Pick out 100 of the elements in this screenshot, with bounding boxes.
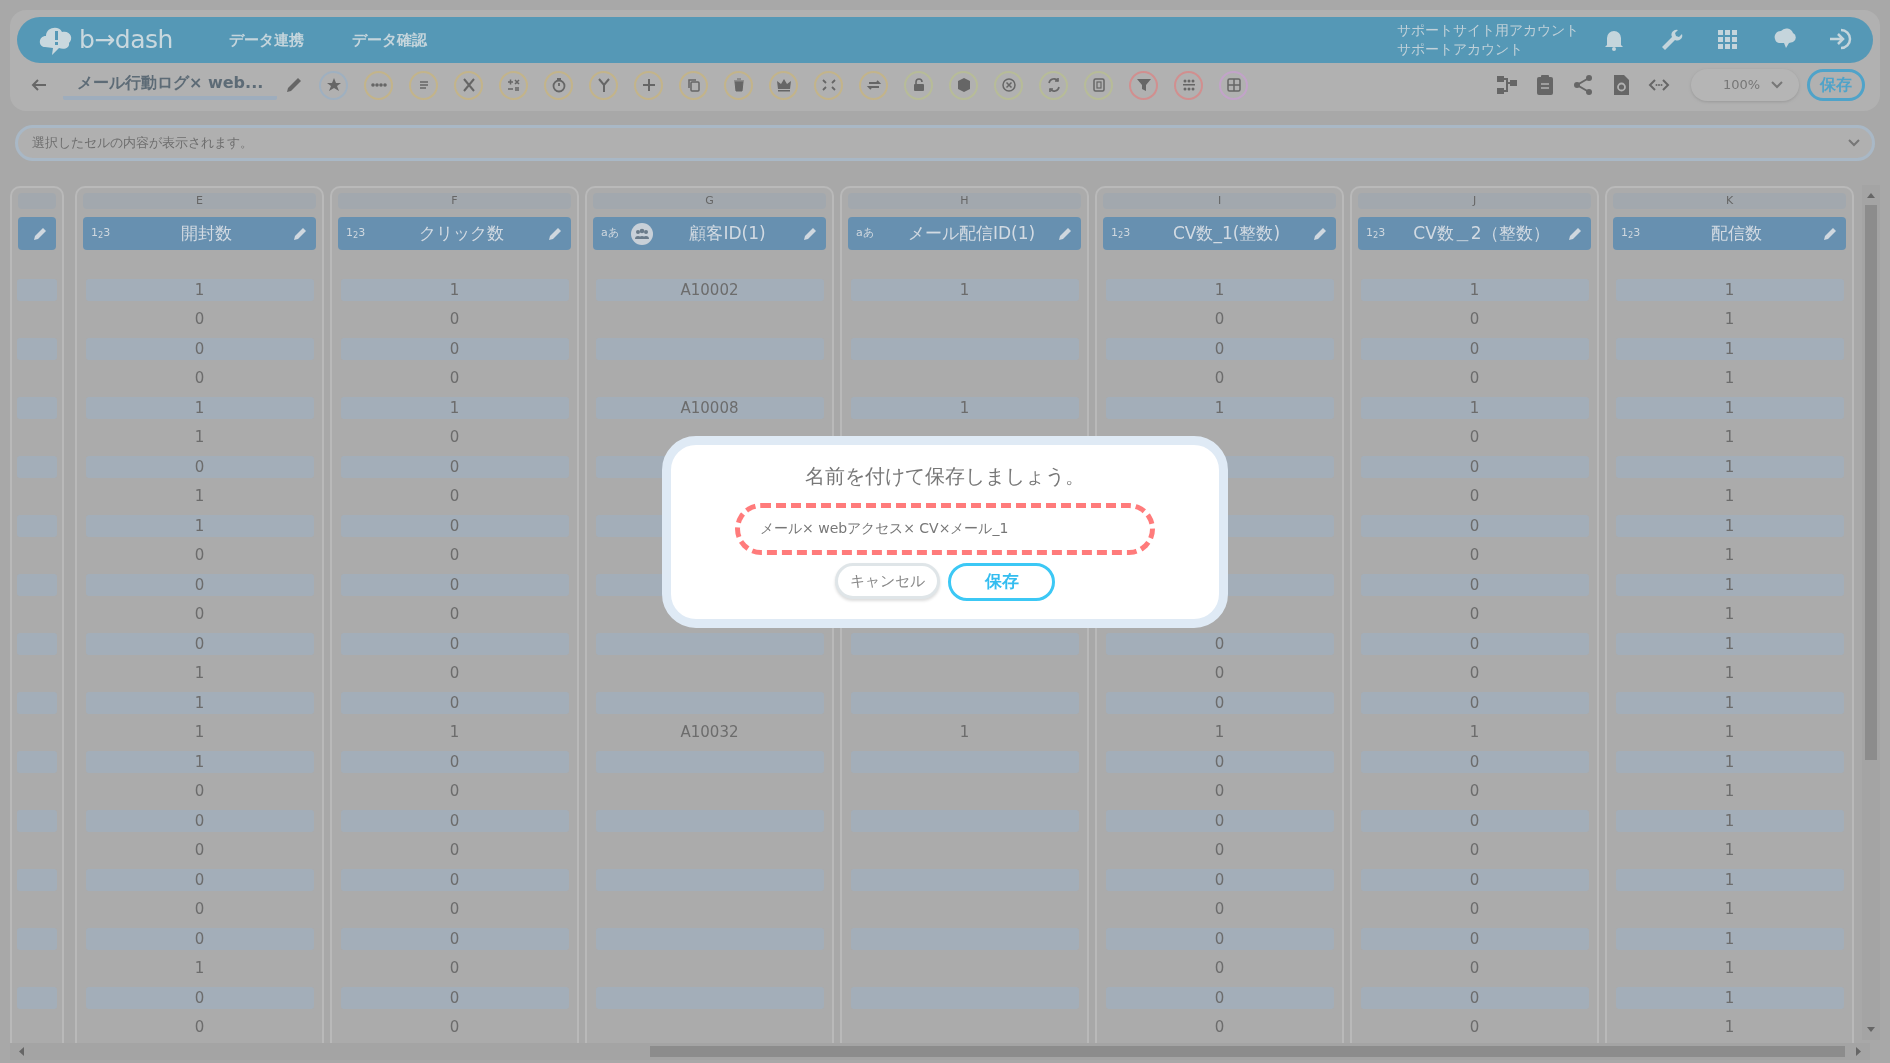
pencil-icon[interactable] [1567,225,1583,242]
table-cell: 1 [1615,809,1844,832]
table-cell-text: 1 [193,486,206,508]
pencil-icon[interactable] [547,225,563,242]
column-header[interactable]: aあ メール配信ID(1) [848,217,1081,250]
table-cell: 1 [1105,278,1334,301]
toolbar-button[interactable] [724,70,754,100]
cell-content-field[interactable]: 選択したセルの内容が表示されます。 [15,125,1875,161]
toolbar-button[interactable] [1084,70,1114,100]
table-cell: 0 [1360,337,1589,360]
pencil-icon[interactable] [292,225,308,242]
nav-link[interactable]: データ連携 [228,28,304,52]
table-cell: 0 [85,455,314,478]
table-cell: 1 [1615,691,1844,714]
table-cell: 0 [340,337,569,360]
toolbar-button[interactable] [1219,70,1249,100]
toolbar-button[interactable] [454,70,484,100]
column-name: CV数＿2（整数） [1412,221,1551,245]
table-cell: 1 [1615,337,1844,360]
table-cell-text: 0 [193,368,206,390]
pencil-icon[interactable] [1312,225,1328,242]
type-mark: 1$_{2}$3 [91,225,112,242]
table-cell-text: 1 [1723,781,1736,803]
toolbar-button[interactable] [814,70,844,100]
toolbar-button[interactable] [364,70,394,100]
column-letter[interactable]: J [1358,193,1591,209]
table-cell-text: 0 [448,545,461,567]
save-button[interactable]: 保存 [1807,69,1865,101]
table-cell-text: 0 [193,840,206,862]
table-cell-text: 0 [448,899,461,921]
branch-icon [595,77,612,93]
table-cell: 0 [85,927,314,950]
toolbar-button[interactable] [544,70,574,100]
table-cell: 0 [1360,868,1589,891]
pencil-icon[interactable] [32,225,48,242]
back-arrow-icon[interactable] [31,78,47,92]
toolbar-button[interactable] [679,70,709,100]
toolbar-button[interactable] [319,70,349,100]
clipboard-icon [1534,74,1556,96]
table-cell-text: 0 [1468,781,1481,803]
table-cell-text: 0 [1213,1017,1226,1039]
name-input-field[interactable]: メール× webアクセス× CV×メール_1 [735,503,1155,555]
pencil-icon[interactable] [1822,225,1838,242]
toolbar-button[interactable] [589,70,619,100]
save-button[interactable]: 保存 [948,563,1055,601]
pencil-icon[interactable] [285,76,304,94]
toolbar-button[interactable] [499,70,529,100]
table-cell: 1 [85,514,314,537]
column-header[interactable]: 1$_{2}$3 CV数_1(整数) [1103,217,1336,250]
table-cell: 0 [340,986,569,1009]
type-mark: 1$_{2}$3 [1621,225,1642,242]
toolbar-button[interactable] [949,70,979,100]
toolbar-button[interactable] [1129,70,1159,100]
pencil-icon[interactable] [1057,225,1073,242]
column-header[interactable]: aあ 顧客ID(1) [593,217,826,250]
column-header[interactable]: 1$_{2}$3 配信数 [1613,217,1846,250]
table-cell: 0 [1360,573,1589,596]
table-cell: 0 [1105,868,1334,891]
stopwatch-icon [550,77,567,93]
toolbar-button[interactable] [904,70,934,100]
column-letter[interactable]: G [593,193,826,209]
table-cell: 1 [1615,278,1844,301]
cell-content-input[interactable]: 選択したセルの内容が表示されます。 [30,132,1848,154]
chevron-down-icon[interactable] [1848,139,1860,147]
table-cell-text: 0 [448,604,461,626]
toolbar-button[interactable] [859,70,889,100]
toolbar-button[interactable] [409,70,439,100]
toolbar-button[interactable] [769,70,799,100]
table-cell: 0 [1105,986,1334,1009]
toolbar-button[interactable] [1174,70,1204,100]
table-cell: A10002 [595,278,824,301]
column-letter[interactable]: H [848,193,1081,209]
toolbar-button[interactable] [994,70,1024,100]
zoom-select[interactable]: 100% [1691,69,1799,101]
table-cell-text: 0 [193,1017,206,1039]
column-letter[interactable]: K [1613,193,1846,209]
column-letter[interactable]: I [1103,193,1336,209]
table-cell: 1 [1615,632,1844,655]
table-cell-text: 0 [1468,958,1481,980]
column-header[interactable]: 1$_{2}$3 クリック数 [338,217,571,250]
toolbar-button[interactable] [634,70,664,100]
table-cell: 1 [1615,573,1844,596]
cancel-button[interactable]: キャンセル [835,563,940,599]
table-cell: 1 [340,396,569,419]
nav-link[interactable]: データ確認 [351,28,427,52]
column-letter[interactable]: E [83,193,316,209]
table-cell: 0 [1360,750,1589,773]
toolbar-button[interactable] [1039,70,1069,100]
table-cell: 1 [1615,868,1844,891]
column-letter[interactable]: F [338,193,571,209]
table-cell: 0 [340,809,569,832]
table-cell: 0 [1105,927,1334,950]
account-name: サポートアカウント [1397,40,1524,59]
pencil-icon[interactable] [802,225,818,242]
table-cell-text: 1 [1723,899,1736,921]
type-mark: aあ [856,225,875,242]
table-cell-text: 1 [1213,722,1226,744]
column-header[interactable]: 1$_{2}$3 開封数 [83,217,316,250]
column-header[interactable]: 1$_{2}$3 CV数＿2（整数） [1358,217,1591,250]
table-cell: 1 [1615,986,1844,1009]
